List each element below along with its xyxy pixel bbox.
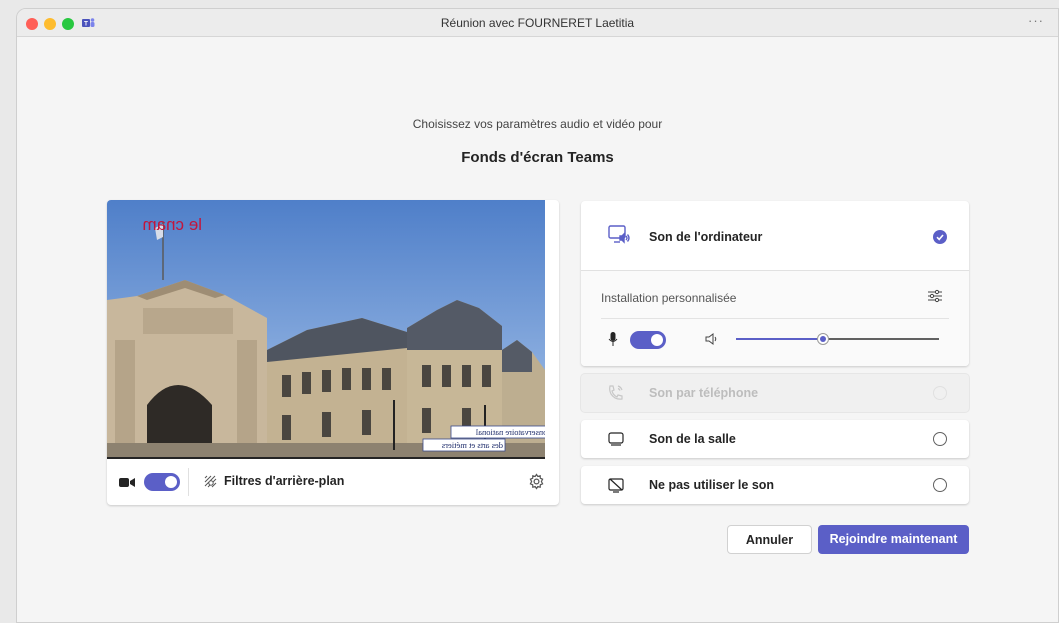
phone-audio-icon xyxy=(609,385,623,400)
speaker-volume-slider[interactable] xyxy=(736,333,939,345)
window-title: Réunion avec FOURNERET Laetitia xyxy=(440,16,635,30)
microphone-toggle[interactable] xyxy=(630,331,666,349)
caption-line-1: Conservatoire national xyxy=(475,427,545,437)
computer-audio-panel: Son de l'ordinateur Installation personn… xyxy=(581,201,969,366)
join-now-button[interactable]: Rejoindre maintenant xyxy=(818,525,969,554)
room-audio-radio[interactable] xyxy=(933,432,947,446)
volume-fill xyxy=(736,338,824,340)
camera-icon xyxy=(119,478,135,487)
computer-audio-option[interactable]: Son de l'ordinateur xyxy=(581,201,969,271)
divider xyxy=(601,318,949,319)
selected-check-icon xyxy=(933,230,947,244)
custom-setup-area: Installation personnalisée xyxy=(581,271,969,366)
room-audio-label: Son de la salle xyxy=(649,432,736,446)
gear-icon[interactable] xyxy=(528,473,545,490)
divider xyxy=(188,468,189,496)
caption-line-2: des arts et métiers xyxy=(442,440,503,450)
room-audio-option[interactable]: Son de la salle xyxy=(581,420,969,458)
title-bar: T Réunion avec FOURNERET Laetitia ··· xyxy=(17,9,1058,37)
device-settings-icon[interactable] xyxy=(927,288,943,304)
no-audio-label: Ne pas utiliser le son xyxy=(649,478,775,492)
cnam-watermark: le cnam xyxy=(142,215,202,234)
cancel-button[interactable]: Annuler xyxy=(727,525,812,554)
volume-thumb[interactable] xyxy=(817,333,830,345)
phone-audio-radio xyxy=(933,386,947,400)
no-audio-option[interactable]: Ne pas utiliser le son xyxy=(581,466,969,504)
custom-setup-label: Installation personnalisée xyxy=(601,291,737,305)
no-audio-radio[interactable] xyxy=(933,478,947,492)
microphone-icon xyxy=(608,332,618,346)
computer-audio-icon xyxy=(608,225,630,244)
teams-window: T Réunion avec FOURNERET Laetitia ··· Ch… xyxy=(16,8,1059,623)
prejoin-subtitle: Choisissez vos paramètres audio et vidéo… xyxy=(412,117,663,131)
room-audio-icon xyxy=(608,432,624,446)
phone-audio-option: Son par téléphone xyxy=(581,374,969,412)
camera-toggle[interactable] xyxy=(144,473,180,491)
background-filters-button[interactable]: Filtres d'arrière-plan xyxy=(224,474,344,488)
camera-preview: le cnam Conservatoire national des arts … xyxy=(107,200,545,459)
phone-audio-label: Son par téléphone xyxy=(649,386,759,400)
background-filter-icon xyxy=(204,475,217,488)
video-preview-card: le cnam Conservatoire national des arts … xyxy=(107,200,559,505)
speaker-icon xyxy=(705,333,717,345)
video-controls: Filtres d'arrière-plan xyxy=(107,459,559,505)
computer-audio-label: Son de l'ordinateur xyxy=(649,230,763,244)
camera-preview-image: le cnam Conservatoire national des arts … xyxy=(107,200,545,457)
meeting-name: Fonds d'écran Teams xyxy=(461,149,614,166)
no-audio-icon xyxy=(608,478,624,493)
more-options-button[interactable]: ··· xyxy=(1028,13,1044,28)
